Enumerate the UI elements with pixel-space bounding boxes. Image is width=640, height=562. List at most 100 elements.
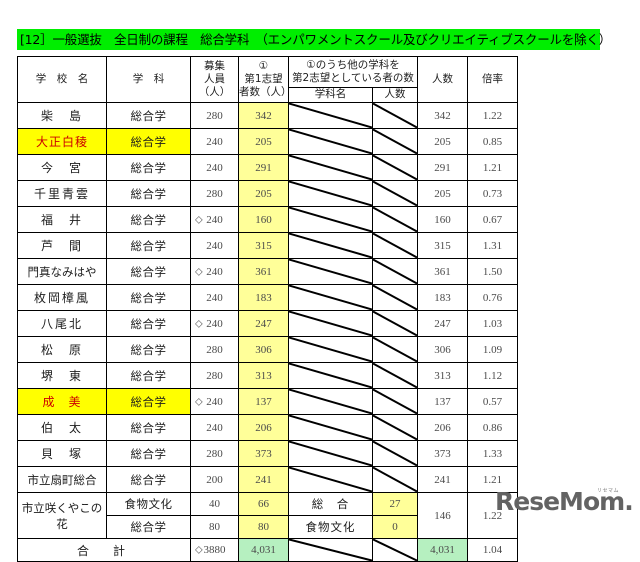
cell-total-applicants: 247 [417,310,468,337]
second-choice-group-line1: ①のうち他の学科を [306,58,400,71]
column-header-second-choice-count: 人数 [372,87,418,103]
cell-quota: 80 [190,515,239,539]
cell-course-name: 総合学 [106,414,191,441]
cell-second-choice-count-empty [372,154,418,181]
cell-total-applicants: 160 [417,206,468,233]
cell-first-choice-count: 247 [238,310,289,337]
table-row: 松 原総合学 280 306 306 1.09 [17,336,518,363]
cell-second-choice-dept: 食物文化 [288,515,373,539]
table-row: 福 井総合学 ◇ 240 160 160 0.67 [17,206,518,233]
cell-total-applicants: 205 [417,128,468,155]
cell-ratio: 1.22 [467,102,518,129]
cell-total-applicants: 313 [417,362,468,389]
cell-quota: 40 [190,492,239,516]
cell-total-applicants: 361 [417,258,468,285]
diamond-marker-icon: ◇ [195,214,203,225]
cell-school-name: 大正白稜 [17,128,107,155]
cell-second-choice-dept: 総 合 [288,492,373,516]
diamond-marker-icon: ◇ [195,544,203,556]
cell-first-choice-count: 160 [238,206,289,233]
cell-total-quota: ◇ 3880 [190,538,239,562]
cell-first-choice-count: 313 [238,362,289,389]
table-row: 今 宮総合学 240 291 291 1.21 [17,154,518,181]
cell-quota: 280 [190,362,239,389]
cell-school-name: 松 原 [17,336,107,363]
column-header-ratio: 倍率 [467,56,518,103]
cell-first-choice-count: 137 [238,388,289,415]
logo-part2: M [559,487,584,516]
cell-total-applicants: 315 [417,232,468,259]
cell-second-choice-dept-empty [288,206,373,233]
cell-second-choice-count-empty [372,128,418,155]
cell-first-choice-count: 241 [238,466,289,493]
table-row: 柴 島総合学 280 342 342 1.22 [17,102,518,129]
cell-second-choice-count-empty [372,258,418,285]
logo-period: . [624,487,633,516]
cell-second-choice-count-empty [372,102,418,129]
resemom-logo: リセマム ReseMom. [495,487,634,521]
cell-course-name: 総合学 [106,102,191,129]
logo-part1: Rese [495,487,560,516]
cell-course-name: 総合学 [106,284,191,311]
diamond-marker-icon: ◇ [195,396,203,407]
cell-ratio: 0.73 [467,180,518,207]
diamond-marker-icon: ◇ [195,266,203,277]
cell-second-choice-dept-empty [288,232,373,259]
cell-second-choice-dept-empty [288,154,373,181]
column-header-first-choice: ① 第1志望 者数（人） [238,56,289,103]
table-row: 門真なみはや 総合学 ◇ 240 361 361 1.50 [17,258,518,285]
table-body: 柴 島総合学 280 342 342 1.22 大正白稜 総合学 240 205 205 0.85 今… [17,102,518,562]
cell-quota: 240 [190,128,239,155]
table-row: 成 美総合学 ◇ 240 137 137 0.57 [17,388,518,415]
cell-quota: 240 [190,232,239,259]
cell-second-choice-dept-empty [288,102,373,129]
cell-second-choice-dept-empty [288,336,373,363]
cell-school-name: 福 井 [17,206,107,233]
cell-second-choice-count-empty [372,466,418,493]
cell-second-choice-dept-empty [288,180,373,207]
second-choice-group-line2: 第2志望としている者の数 [292,72,414,84]
quota-header-line2: 人員 [204,72,225,85]
cell-course-name: 総合学 [106,466,191,493]
cell-first-choice-count: 315 [238,232,289,259]
first-choice-header-marker: ① [258,59,269,72]
cell-ratio: 0.76 [467,284,518,311]
quota-header-line3: （人） [198,86,231,99]
table-row: 伯 太総合学 240 206 206 0.86 [17,414,518,441]
column-header-quota: 募集 人員 （人） [190,56,239,103]
column-header-school: 学 校 名 [17,56,107,103]
cell-ratio: 0.67 [467,206,518,233]
cell-second-choice-dept-empty [288,466,373,493]
table-row: 堺 東総合学 280 313 313 1.12 [17,362,518,389]
cell-school-name: 千里青雲 [17,180,107,207]
cell-school-name: 枚岡樟風 [17,284,107,311]
cell-course-name: 総合学 [106,206,191,233]
cell-total-applicants: 291 [417,154,468,181]
cell-first-choice-count: 306 [238,336,289,363]
cell-second-choice-count-empty [372,284,418,311]
section-title-banner: [12］一般選抜 全日制の課程 総合学科 （エンパワメントスクール及びクリエイテ… [17,29,611,50]
cell-total-applicants: 306 [417,336,468,363]
column-header-total-applicants: 人数 [417,56,468,103]
cell-first-choice-count: 206 [238,414,289,441]
cell-second-choice-count: 0 [372,515,418,539]
cell-ratio: 1.31 [467,232,518,259]
cell-second-choice-dept-empty [288,258,373,285]
cell-ratio: 0.86 [467,414,518,441]
cell-second-choice-dept-empty [288,414,373,441]
cell-ratio: 0.85 [467,128,518,155]
cell-total-first-choice: 4,031 [238,538,289,562]
cell-second-choice-count-empty [372,180,418,207]
cell-course-name: 総合学 [106,440,191,467]
cell-course-name: 総合学 [106,388,191,415]
cell-ratio: 1.03 [467,310,518,337]
cell-first-choice-count: 205 [238,128,289,155]
cell-first-choice-count: 183 [238,284,289,311]
cell-course-name: 総合学 [106,232,191,259]
cell-total-applicants: 206 [417,414,468,441]
cell-second-choice-dept-empty [288,362,373,389]
cell-first-choice-count: 373 [238,440,289,467]
first-choice-header-line2: 第1志望 [244,72,283,85]
cell-first-choice-count: 342 [238,102,289,129]
cell-quota: ◇ 240 [190,206,239,233]
